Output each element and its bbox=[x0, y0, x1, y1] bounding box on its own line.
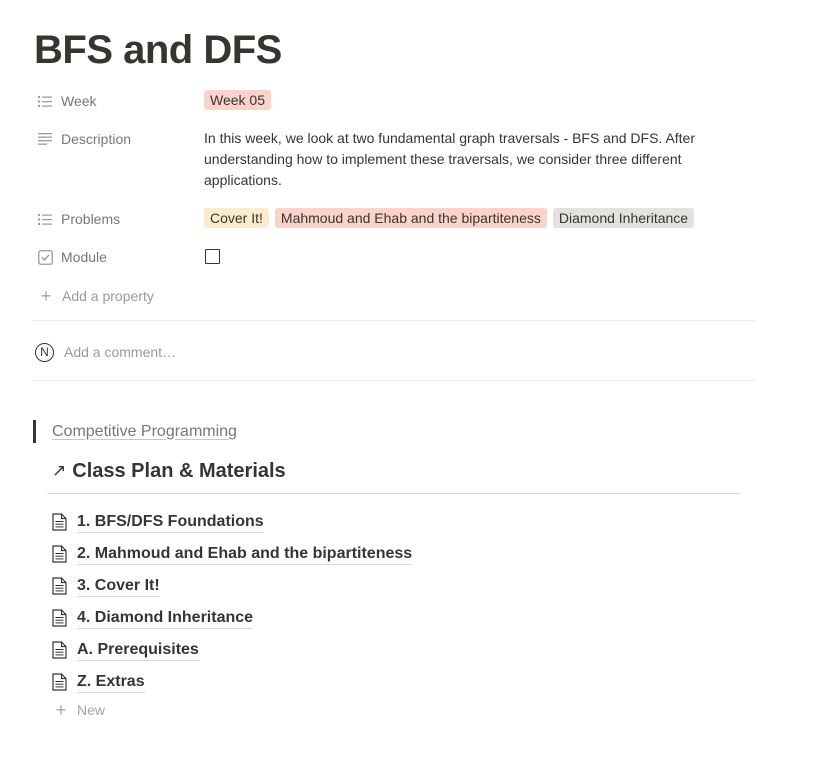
new-page-label: New bbox=[77, 702, 106, 718]
list-item[interactable]: 3. Cover It! bbox=[52, 570, 412, 602]
avatar: N bbox=[35, 342, 54, 362]
quote-block: Competitive Programming bbox=[33, 420, 237, 443]
problem-tag[interactable]: Cover It! bbox=[204, 208, 269, 228]
list-item[interactable]: Z. Extras bbox=[52, 666, 412, 698]
list-icon bbox=[36, 92, 54, 110]
divider bbox=[33, 320, 755, 321]
list-item[interactable]: 2. Mahmoud and Ehab and the bipartitenes… bbox=[52, 538, 413, 570]
property-description: Description In this week, we look at two… bbox=[36, 128, 756, 191]
property-module-name[interactable]: Module bbox=[36, 246, 204, 268]
page-link[interactable]: 4. Diamond Inheritance bbox=[77, 608, 254, 629]
comment-bar[interactable]: N Add a comment… bbox=[35, 340, 176, 364]
new-page-button[interactable]: + New bbox=[51, 699, 105, 721]
property-problems-name[interactable]: Problems bbox=[36, 208, 204, 230]
week-tag[interactable]: Week 05 bbox=[204, 90, 271, 110]
section-divider bbox=[47, 493, 740, 494]
property-week-name[interactable]: Week bbox=[36, 90, 204, 112]
page-link[interactable]: 1. BFS/DFS Foundations bbox=[77, 512, 264, 533]
page-icon bbox=[52, 672, 68, 692]
problem-tag[interactable]: Diamond Inheritance bbox=[552, 208, 695, 228]
page-list: 1. BFS/DFS Foundations 2. Mahmoud and Eh… bbox=[52, 506, 413, 698]
page-link[interactable]: A. Prerequisites bbox=[77, 640, 199, 661]
property-description-value[interactable]: In this week, we look at two fundamental… bbox=[204, 128, 756, 191]
text-lines-icon bbox=[36, 130, 54, 148]
comment-input[interactable]: Add a comment… bbox=[64, 344, 176, 360]
page-icon bbox=[52, 608, 68, 628]
parent-page-link[interactable]: Competitive Programming bbox=[52, 423, 237, 441]
page-title[interactable]: BFS and DFS bbox=[34, 26, 282, 74]
property-description-name[interactable]: Description bbox=[36, 128, 204, 150]
list-item[interactable]: 1. BFS/DFS Foundations bbox=[52, 506, 412, 538]
property-module: Module bbox=[36, 246, 756, 270]
module-checkbox[interactable] bbox=[205, 249, 220, 264]
page-icon bbox=[52, 640, 68, 660]
plus-icon: + bbox=[55, 700, 67, 720]
property-problems-value[interactable]: Cover It! Mahmoud and Ehab and the bipart… bbox=[204, 208, 756, 229]
page-link[interactable]: Z. Extras bbox=[77, 672, 145, 693]
page-link[interactable]: 2. Mahmoud and Ehab and the bipartitenes… bbox=[77, 544, 413, 565]
page-icon bbox=[52, 512, 68, 532]
list-icon bbox=[36, 210, 54, 228]
checkbox-icon bbox=[36, 248, 54, 266]
section-heading: ↗ Class Plan & Materials bbox=[52, 457, 286, 485]
page-icon bbox=[52, 576, 68, 596]
property-description-label: Description bbox=[61, 131, 132, 147]
add-property-label: Add a property bbox=[62, 288, 154, 304]
plus-icon: + bbox=[40, 286, 52, 306]
property-week: Week Week 05 bbox=[36, 90, 756, 112]
page-link[interactable]: 3. Cover It! bbox=[77, 576, 160, 597]
property-module-value bbox=[204, 246, 756, 270]
problem-tag[interactable]: Mahmoud and Ehab and the bipartiteness bbox=[274, 208, 547, 228]
section-title[interactable]: Class Plan & Materials bbox=[72, 460, 285, 483]
property-week-value[interactable]: Week 05 bbox=[204, 90, 756, 111]
property-problems: Problems Cover It! Mahmoud and Ehab and t… bbox=[36, 208, 756, 230]
link-arrow-icon: ↗ bbox=[52, 461, 67, 480]
list-item[interactable]: A. Prerequisites bbox=[52, 634, 412, 666]
list-item[interactable]: 4. Diamond Inheritance bbox=[52, 602, 412, 634]
property-module-label: Module bbox=[61, 249, 107, 265]
page-icon bbox=[52, 544, 68, 564]
add-property-button[interactable]: + Add a property bbox=[36, 286, 154, 306]
property-problems-label: Problems bbox=[61, 211, 121, 227]
property-week-label: Week bbox=[61, 93, 97, 109]
divider bbox=[33, 380, 755, 381]
